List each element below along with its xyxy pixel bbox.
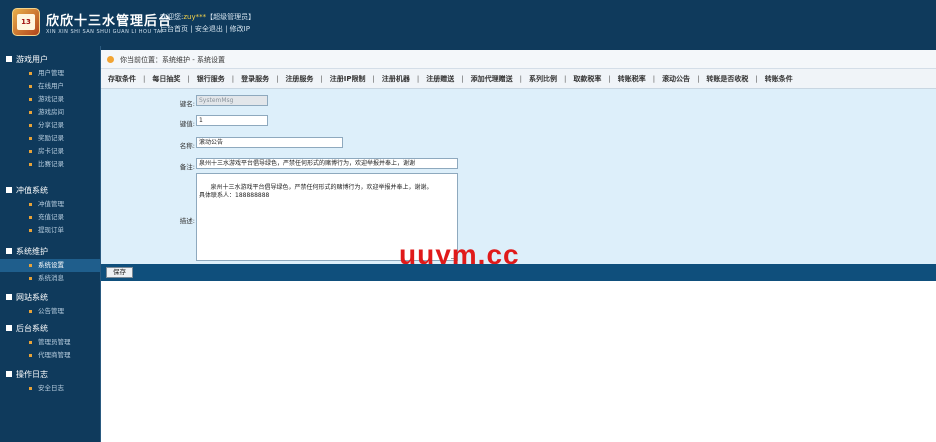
sidebar-group-backend: 后台系统 管理员管理 代理商管理 <box>0 321 101 362</box>
app-title: 欣欣十三水管理后台 <box>46 14 173 29</box>
app-subtitle: XIN XIN SHI SAN SHUI GUAN LI HOU TAI <box>46 29 163 35</box>
sidebar-group-recharge: 冲值系统 冲值管理 充值记录 提现订单 <box>0 183 101 237</box>
sidebar-item[interactable]: 奖励记录 <box>0 132 101 145</box>
sidebar-group-game-users: 游戏用户 用户管理 在线用户 游戏记录 游戏房间 分享记录 奖励记录 房卡记录 … <box>0 52 101 171</box>
header-links: 后台首页 | 安全退出 | 修改IP <box>160 24 250 34</box>
location-icon <box>107 56 114 63</box>
tab-item[interactable]: 每日抽奖 <box>145 69 187 88</box>
sidebar-group-website: 网站系统 公告管理 <box>0 290 101 318</box>
tab-item[interactable]: 银行服务 <box>190 69 232 88</box>
settings-tab-bar: 存取条件 | 每日抽奖 | 银行服务 | 登录服务 | 注册服务 | 注册IP限制 | 注册机器 | 注册赠… <box>101 69 936 89</box>
sidebar: 游戏用户 用户管理 在线用户 游戏记录 游戏房间 分享记录 奖励记录 房卡记录 … <box>0 46 101 442</box>
sidebar-group-title[interactable]: 网站系统 <box>0 290 101 305</box>
sidebar-item[interactable]: 充值记录 <box>0 211 101 224</box>
sidebar-item[interactable]: 分享记录 <box>0 119 101 132</box>
link-separator: | <box>190 25 193 33</box>
tab-item[interactable]: 转账税率 <box>611 69 653 88</box>
key-value-label: 键值: <box>179 120 195 128</box>
action-bar: 保存 <box>101 264 936 281</box>
sidebar-item[interactable]: 游戏记录 <box>0 93 101 106</box>
welcome-prefix: 欢迎您: <box>160 13 184 21</box>
tab-item-scroll-notice[interactable]: 滚动公告 <box>655 69 697 88</box>
remark-label: 备注: <box>179 163 195 171</box>
save-button[interactable]: 保存 <box>106 267 133 278</box>
sidebar-item[interactable]: 提现订单 <box>0 224 101 237</box>
sidebar-item[interactable]: 安全日志 <box>0 382 101 395</box>
tab-item[interactable]: 注册赠送 <box>419 69 461 88</box>
key-value-field[interactable]: 1 <box>196 115 268 126</box>
sidebar-item[interactable]: 游戏房间 <box>0 106 101 119</box>
tab-item[interactable]: 注册IP限制 <box>323 69 373 88</box>
tab-item[interactable]: 登录服务 <box>234 69 276 88</box>
tab-item[interactable]: 转账是否收税 <box>699 69 755 88</box>
breadcrumb-text: 你当前位置：系统维护 - 系统设置 <box>120 56 225 64</box>
sidebar-group-title[interactable]: 后台系统 <box>0 321 101 336</box>
sidebar-item[interactable]: 房卡记录 <box>0 145 101 158</box>
sidebar-item[interactable]: 管理员管理 <box>0 336 101 349</box>
link-separator: | <box>225 25 228 33</box>
sidebar-group-title[interactable]: 冲值系统 <box>0 183 101 198</box>
name-field[interactable]: 滚动公告 <box>196 137 343 148</box>
sidebar-group-logs: 操作日志 安全日志 <box>0 367 101 395</box>
sidebar-item[interactable]: 在线用户 <box>0 80 101 93</box>
settings-form: 键名: SystemMsg 键值: 1 名称: 滚动公告 备注: 泉州十三水游戏… <box>101 89 936 270</box>
sidebar-item[interactable]: 用户管理 <box>0 67 101 80</box>
sidebar-group-system: 系统维护 系统设置 系统消息 <box>0 244 101 285</box>
tab-item[interactable]: 添加代理赠送 <box>464 69 520 88</box>
logout-link[interactable]: 安全退出 <box>195 25 223 33</box>
user-role: 【超级管理员】 <box>206 13 256 21</box>
sidebar-item-system-settings[interactable]: 系统设置 <box>0 259 101 272</box>
home-link[interactable]: 后台首页 <box>160 25 188 33</box>
tab-item[interactable]: 注册服务 <box>278 69 320 88</box>
main-content: 你当前位置：系统维护 - 系统设置 存取条件 | 每日抽奖 | 银行服务 | 登录服务 | 注册… <box>101 46 936 442</box>
breadcrumb: 你当前位置：系统维护 - 系统设置 <box>101 50 936 69</box>
tab-item[interactable]: 系列比例 <box>522 69 564 88</box>
welcome-line: 欢迎您:zuy***【超级管理员】 <box>160 12 255 22</box>
tab-item[interactable]: 存取条件 <box>101 69 143 88</box>
sidebar-group-title[interactable]: 游戏用户 <box>0 52 101 67</box>
sidebar-item[interactable]: 冲值管理 <box>0 198 101 211</box>
name-label: 名称: <box>179 142 195 150</box>
change-ip-link[interactable]: 修改IP <box>230 25 250 33</box>
key-name-field: SystemMsg <box>196 95 268 106</box>
app-logo: 13 <box>12 8 40 36</box>
content-label: 描述: <box>179 217 195 225</box>
sidebar-item[interactable]: 代理商管理 <box>0 349 101 362</box>
user-name: zuy*** <box>183 13 207 21</box>
remark-field[interactable]: 泉州十三水游戏平台倡导绿色，严禁任何形式的赌博行为，欢迎举报并奉上，谢谢 <box>196 158 458 169</box>
key-label: 键名: <box>179 100 195 108</box>
sidebar-group-title[interactable]: 操作日志 <box>0 367 101 382</box>
sidebar-item[interactable]: 系统消息 <box>0 272 101 285</box>
logo-mark: 13 <box>17 14 35 30</box>
tab-item[interactable]: 转账条件 <box>758 69 800 88</box>
sidebar-item[interactable]: 公告管理 <box>0 305 101 318</box>
content-text: 泉州十三水游戏平台倡导绿色，严禁任何形式的赌博行为，欢迎举报并奉上，谢谢。 具体… <box>199 184 433 199</box>
sidebar-item[interactable]: 比赛记录 <box>0 158 101 171</box>
tab-item[interactable]: 注册机器 <box>375 69 417 88</box>
sidebar-group-title[interactable]: 系统维护 <box>0 244 101 259</box>
app-header: 13 欣欣十三水管理后台 XIN XIN SHI SAN SHUI GUAN L… <box>0 0 936 46</box>
tab-item[interactable]: 取款税率 <box>566 69 608 88</box>
